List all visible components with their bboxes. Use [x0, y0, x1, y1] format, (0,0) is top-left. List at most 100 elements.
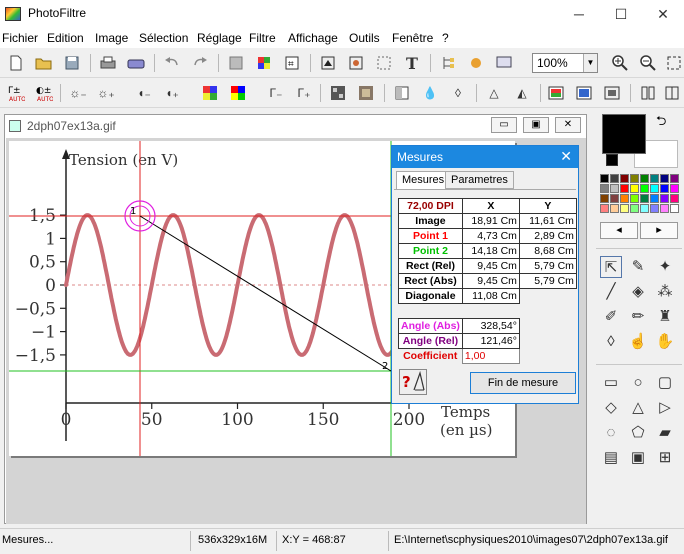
- color-swatch[interactable]: [620, 174, 629, 183]
- color-swatch[interactable]: [640, 184, 649, 193]
- triangle-icon[interactable]: △: [484, 83, 504, 103]
- stamp-icon[interactable]: [466, 53, 486, 73]
- drop-icon[interactable]: 💧: [420, 83, 440, 103]
- fit-icon[interactable]: [664, 53, 684, 73]
- hand-icon[interactable]: ✋: [654, 331, 676, 353]
- ellipse-icon[interactable]: ○: [627, 372, 649, 394]
- selection-box-icon[interactable]: ▣: [627, 447, 649, 469]
- color-swatch[interactable]: [660, 194, 669, 203]
- sepia-icon[interactable]: [356, 83, 376, 103]
- polygon-lasso-icon[interactable]: ⬠: [627, 422, 649, 444]
- sharpen-icon[interactable]: ◊: [448, 83, 468, 103]
- tab-mesures[interactable]: Mesures: [396, 171, 451, 189]
- zoom-in-icon[interactable]: [610, 53, 630, 73]
- gamma-plus-icon[interactable]: Γ₊: [294, 83, 314, 103]
- drop-tool-icon[interactable]: ◊: [600, 331, 622, 353]
- reset-colors-icon[interactable]: [606, 154, 618, 166]
- triangle2-icon[interactable]: ◭: [512, 83, 532, 103]
- brightness-plus-icon[interactable]: ☼₊: [96, 83, 116, 103]
- tab-parametres[interactable]: Parametres: [445, 171, 514, 189]
- save-icon[interactable]: [62, 53, 82, 73]
- menu-filtre[interactable]: Filtre: [249, 31, 276, 45]
- rounded-rect-icon[interactable]: ▢: [654, 372, 676, 394]
- rectangle-icon[interactable]: ▭: [600, 372, 622, 394]
- menu-outils[interactable]: Outils: [349, 31, 380, 45]
- film-icon[interactable]: [602, 83, 622, 103]
- select-arrow-icon[interactable]: ⇱: [600, 256, 622, 278]
- color-swatch[interactable]: [610, 184, 619, 193]
- open-icon[interactable]: [34, 53, 54, 73]
- filter-icon[interactable]: ⌗: [282, 53, 302, 73]
- gray-icon[interactable]: [226, 53, 246, 73]
- blur-icon[interactable]: [392, 83, 412, 103]
- new-icon[interactable]: [6, 53, 26, 73]
- doc-maximize-button[interactable]: ▣: [523, 117, 549, 133]
- grayscale-icon[interactable]: [328, 83, 348, 103]
- fill-bucket-icon[interactable]: ◈: [627, 281, 649, 303]
- doc-minimize-button[interactable]: ▭: [491, 117, 517, 133]
- redo-icon[interactable]: [190, 53, 210, 73]
- color-swatch[interactable]: [640, 194, 649, 203]
- spray-icon[interactable]: ⁂: [654, 281, 676, 303]
- finish-measure-button[interactable]: Fin de mesure: [470, 372, 576, 394]
- color-swatch[interactable]: [620, 194, 629, 203]
- line-icon[interactable]: ╱: [600, 281, 622, 303]
- auto-levels-icon[interactable]: Γ± AUTO: [6, 83, 26, 103]
- swap-icon[interactable]: [662, 83, 682, 103]
- dialog-close-icon[interactable]: ✕: [560, 148, 572, 165]
- menu-edition[interactable]: Edition: [47, 31, 84, 45]
- color-swatch[interactable]: [670, 204, 679, 213]
- color-swatch[interactable]: [640, 204, 649, 213]
- scan-icon[interactable]: [126, 53, 146, 73]
- select-icon[interactable]: [374, 53, 394, 73]
- triangle-up-icon[interactable]: △: [627, 397, 649, 419]
- eyedropper-icon[interactable]: ✎: [627, 256, 649, 278]
- maximize-button[interactable]: ☐: [606, 4, 636, 24]
- menu-fenetre[interactable]: Fenêtre: [392, 31, 433, 45]
- layer2-icon[interactable]: [346, 53, 366, 73]
- folder-icon[interactable]: ▰: [654, 422, 676, 444]
- color-swatch[interactable]: [650, 194, 659, 203]
- frame-icon[interactable]: [574, 83, 594, 103]
- saturation-minus-icon[interactable]: [200, 83, 220, 103]
- layer-icon[interactable]: [318, 53, 338, 73]
- color-swatch[interactable]: [620, 184, 629, 193]
- palette-next-button[interactable]: ▸: [640, 222, 678, 239]
- stamp-tool-icon[interactable]: ♜: [654, 306, 676, 328]
- color-swatch[interactable]: [630, 184, 639, 193]
- menu-selection[interactable]: Sélection: [139, 31, 188, 45]
- color-swatch[interactable]: [640, 174, 649, 183]
- text-icon[interactable]: T: [402, 53, 422, 73]
- swap-colors-icon[interactable]: ⮌: [656, 112, 666, 134]
- menu-help[interactable]: ?: [442, 31, 449, 45]
- diamond-icon[interactable]: ◇: [600, 397, 622, 419]
- brush-icon[interactable]: ✐: [600, 306, 622, 328]
- color-swatch[interactable]: [610, 174, 619, 183]
- contrast-minus-icon[interactable]: ◖₋: [134, 83, 154, 103]
- pencil-brush-icon[interactable]: ✏: [627, 306, 649, 328]
- color-swatch[interactable]: [620, 204, 629, 213]
- gamma-minus-icon[interactable]: Γ₋: [266, 83, 286, 103]
- color-swatch[interactable]: [660, 204, 669, 213]
- tree-icon[interactable]: [438, 53, 458, 73]
- selection-bar-icon[interactable]: ▤: [600, 447, 622, 469]
- contrast-plus-icon[interactable]: ◖₊: [162, 83, 182, 103]
- menu-affichage[interactable]: Affichage: [288, 31, 338, 45]
- color-swatch[interactable]: [660, 174, 669, 183]
- finger-icon[interactable]: ☝: [627, 331, 649, 353]
- color-swatch[interactable]: [660, 184, 669, 193]
- ratio-icon[interactable]: ⊞: [654, 447, 676, 469]
- color-swatch[interactable]: [600, 204, 609, 213]
- chevron-down-icon[interactable]: ▼: [583, 54, 597, 72]
- color-swatch[interactable]: [630, 174, 639, 183]
- palette-prev-button[interactable]: ◂: [600, 222, 638, 239]
- color-swatch[interactable]: [650, 174, 659, 183]
- color-swatch[interactable]: [610, 194, 619, 203]
- color-swatch[interactable]: [670, 194, 679, 203]
- coefficient-input[interactable]: 1,00: [461, 348, 520, 364]
- zoom-select[interactable]: 100% ▼: [532, 53, 598, 73]
- doc-close-button[interactable]: ✕: [555, 117, 581, 133]
- color-swatch[interactable]: [650, 204, 659, 213]
- brightness-minus-icon[interactable]: ☼₋: [68, 83, 88, 103]
- auto-contrast-icon[interactable]: ◐± AUTO: [34, 83, 54, 103]
